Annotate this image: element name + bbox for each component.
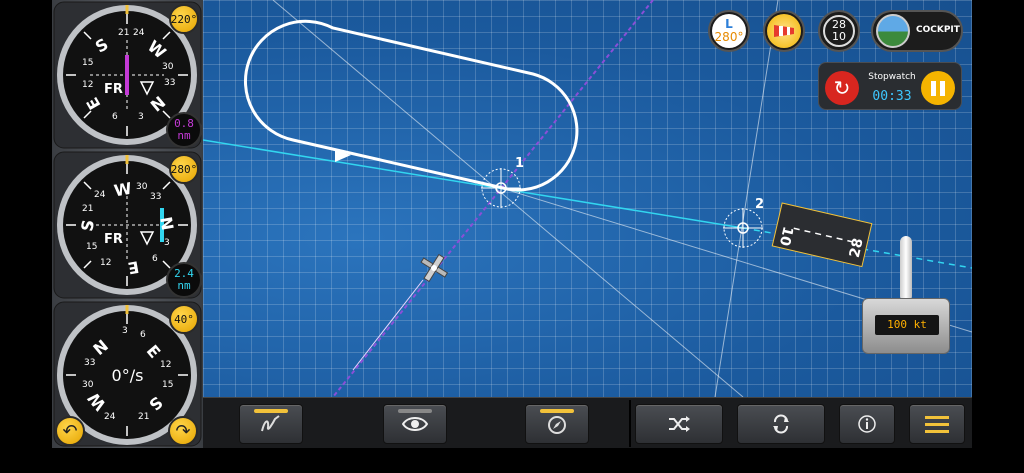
shuffle-icon — [669, 416, 690, 432]
scale-3: 3 — [164, 238, 170, 248]
course-track — [332, 0, 654, 397]
pause-icon — [931, 80, 936, 96]
to-from-flag: FR — [104, 82, 123, 97]
refresh-icon — [773, 414, 789, 434]
runway-select-button[interactable]: 28 10 — [818, 10, 860, 52]
scale-15: 15 — [82, 58, 94, 68]
draw-icon — [261, 415, 280, 432]
rotate-left-icon: ↶ — [62, 420, 78, 442]
waypoint-2-rose[interactable] — [723, 208, 763, 248]
aircraft-icon — [420, 253, 449, 283]
refresh-button[interactable] — [737, 404, 825, 444]
attitude-icon — [876, 14, 910, 48]
shuffle-button[interactable] — [635, 404, 723, 444]
cockpit-label: COCKPIT — [916, 25, 960, 35]
draw-button[interactable] — [239, 404, 303, 444]
compass-button[interactable] — [525, 404, 589, 444]
reset-icon: ↻ — [833, 76, 851, 100]
compass-indicator — [540, 409, 574, 413]
windsock-icon — [767, 14, 801, 48]
info-icon — [858, 415, 876, 433]
draw-indicator — [254, 409, 288, 413]
scale-24: 24 — [104, 412, 116, 422]
menu-button[interactable] — [909, 404, 965, 444]
stopwatch-reset-button[interactable]: ↻ — [825, 71, 859, 105]
stopwatch-pause-button[interactable] — [921, 71, 955, 105]
scale-21: 21 — [118, 28, 130, 38]
eye-icon — [402, 417, 428, 431]
scale-6: 6 — [140, 330, 146, 340]
stopwatch-panel: ↻ Stopwatch 00:33 — [818, 62, 962, 110]
scale-6: 6 — [152, 254, 158, 264]
scale-21: 21 — [138, 412, 150, 422]
waypoint-1-label: 1 — [515, 156, 525, 171]
nav-indicator-1[interactable]: S W E N 15 21 24 30 33 12 6 3 FR 220° 0.… — [52, 0, 203, 150]
holding-pattern — [243, 19, 579, 192]
course-badge[interactable]: 280° — [169, 154, 199, 184]
distance-unit: nm — [177, 129, 191, 142]
stopwatch-time: 00:33 — [872, 89, 912, 104]
approach-map[interactable]: 1 2 10 28 — [203, 0, 972, 397]
cockpit-button[interactable]: COCKPIT — [871, 10, 963, 52]
scale-6: 6 — [112, 112, 118, 122]
distance-readout: 0.8 nm — [166, 112, 202, 148]
cardinal-w: W — [112, 178, 134, 201]
view-indicator — [398, 409, 432, 413]
distance-unit: nm — [177, 279, 191, 292]
scale-21: 21 — [82, 204, 94, 214]
scale-24: 24 — [133, 28, 145, 38]
info-button[interactable] — [839, 404, 895, 444]
stopwatch-title: Stopwatch — [868, 72, 916, 82]
wind-button[interactable]: L 280° — [708, 10, 750, 52]
airspeed-readout: 100 kt — [875, 315, 939, 335]
scale-3: 3 — [122, 326, 128, 336]
radial-line — [203, 139, 744, 229]
view-button[interactable] — [383, 404, 447, 444]
scale-15: 15 — [86, 242, 98, 252]
menu-icon — [925, 416, 949, 433]
rotate-right-button[interactable]: ↷ — [168, 416, 198, 446]
compass-icon — [548, 416, 566, 434]
turn-rate: 0°/s — [111, 366, 144, 385]
wind-dial: L 280° — [712, 14, 746, 48]
wind-direction: 280° — [714, 30, 744, 44]
scale-24: 24 — [94, 190, 106, 200]
nav-indicator-2[interactable]: W N S E 24 30 33 21 15 12 6 3 FR 280° 2.… — [52, 150, 203, 300]
windsock-button[interactable] — [763, 10, 805, 52]
scale-12: 12 — [82, 80, 94, 90]
rotate-left-button[interactable]: ↶ — [55, 416, 85, 446]
flown-track — [352, 279, 424, 371]
scale-33: 33 — [150, 192, 162, 202]
course-badge[interactable]: 40° — [169, 304, 199, 334]
bottom-toolbar — [203, 397, 972, 448]
scale-3: 3 — [138, 112, 144, 122]
scale-30: 30 — [136, 182, 148, 192]
guide-line-vertical — [714, 0, 779, 397]
scale-30: 30 — [162, 62, 174, 72]
throttle-control[interactable]: 100 kt — [862, 236, 950, 354]
guide-line-diagonal — [272, 0, 744, 397]
waypoint-2-label: 2 — [755, 197, 765, 212]
course-badge[interactable]: 220° — [169, 4, 199, 34]
waypoint-1-rose[interactable] — [481, 168, 521, 208]
scale-12: 12 — [100, 258, 112, 268]
throttle-housing: 100 kt — [862, 298, 950, 354]
rotate-right-icon: ↷ — [175, 420, 191, 442]
throttle-lever[interactable] — [900, 236, 912, 302]
toolbar-separator — [629, 400, 631, 447]
scale-33: 33 — [164, 78, 176, 88]
runway-dial: 28 10 — [823, 15, 855, 47]
runway-bottom: 10 — [832, 30, 846, 43]
instrument-panel: S W E N 15 21 24 30 33 12 6 3 FR 220° 0.… — [52, 0, 203, 448]
to-from-flag: FR — [104, 232, 123, 247]
pause-icon-bar — [940, 80, 945, 96]
distance-readout: 2.4 nm — [166, 262, 202, 298]
